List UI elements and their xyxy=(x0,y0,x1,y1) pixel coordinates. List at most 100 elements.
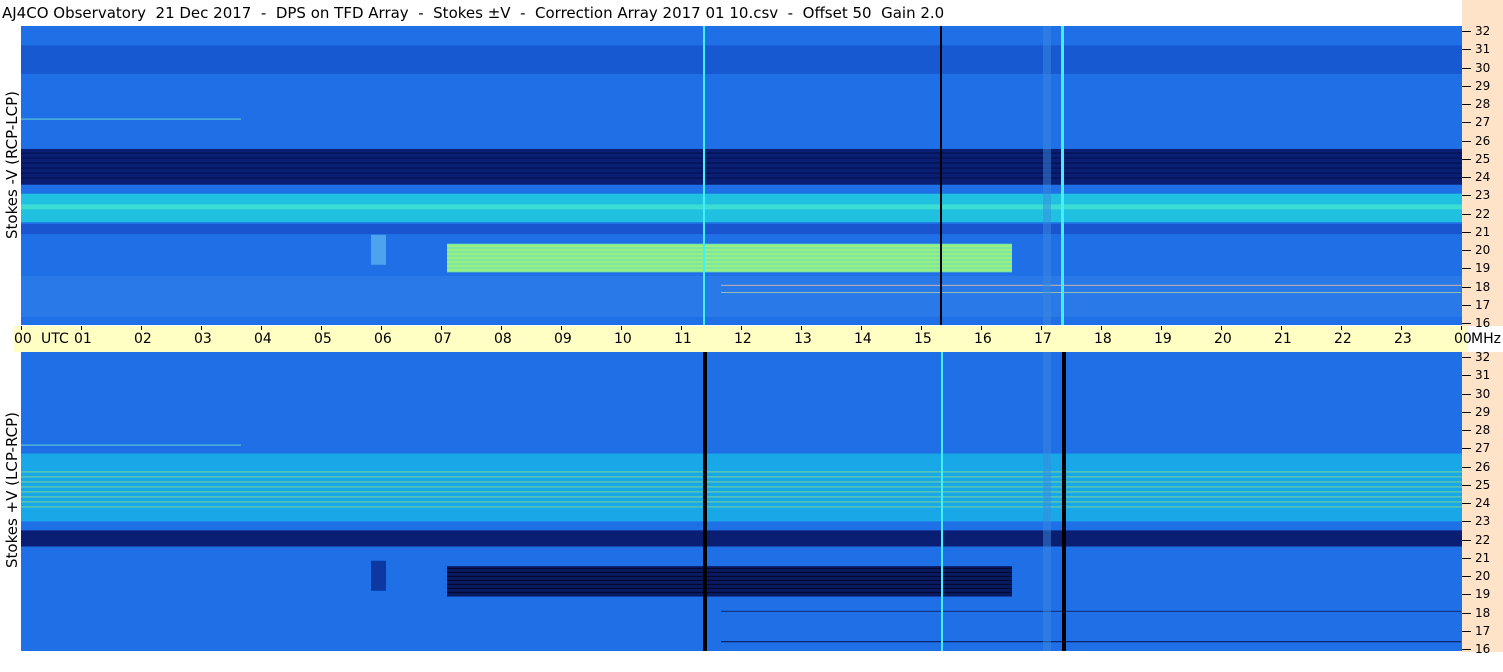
freq-tick-mark xyxy=(1462,213,1471,215)
freq-tick-label: 19 xyxy=(1475,261,1491,276)
time-tick-mark xyxy=(741,326,742,330)
time-tick-label: 17 xyxy=(1034,331,1052,347)
spectrogram-streak xyxy=(21,481,1462,483)
spectrogram-streak xyxy=(21,157,1462,159)
freq-tick-mark xyxy=(1462,177,1471,178)
time-tick-label: 01 xyxy=(74,331,92,347)
time-tick-mark xyxy=(81,326,82,330)
freq-tick-label: 29 xyxy=(1475,78,1491,93)
freq-tick-label: 24 xyxy=(1475,496,1491,510)
time-tick-label: 03 xyxy=(194,331,212,347)
time-tick-label: 04 xyxy=(254,331,272,347)
frequency-axis-bottom: 32 31 30 29 28 27 26 25 24 23 22 21 20 19 18 17 16 xyxy=(1462,350,1503,655)
freq-tick-label: 29 xyxy=(1475,404,1491,419)
spectrogram-streak xyxy=(21,471,1462,473)
time-tick-mark xyxy=(561,326,562,330)
time-tick-mark xyxy=(381,326,382,330)
time-tick-label: 18 xyxy=(1094,331,1112,347)
freq-tick-mark xyxy=(1462,323,1471,324)
freq-tick-mark xyxy=(1462,304,1471,306)
time-tick-label: 09 xyxy=(554,331,572,347)
freq-tick-mark xyxy=(1462,557,1471,559)
spectrogram-streak xyxy=(21,491,1462,493)
freq-tick-mark xyxy=(1462,576,1471,577)
freq-tick-label: 26 xyxy=(1475,133,1491,148)
freq-tick-mark xyxy=(1462,158,1471,160)
spectrogram-streak xyxy=(447,249,1012,251)
freq-tick-label: 24 xyxy=(1475,170,1491,184)
spectrogram-streak xyxy=(447,257,1012,259)
freq-tick-mark xyxy=(1462,594,1471,596)
spectrogram-vertical-line xyxy=(703,26,705,325)
time-tick-mark xyxy=(1401,326,1402,330)
time-tick-label: 21 xyxy=(1274,331,1292,347)
time-tick-label: 12 xyxy=(734,331,752,347)
time-axis: 00 01 02 03 04 05 06 07 08 09 10 11 12 13 14 15 16 17 18 19… xyxy=(14,326,1501,352)
spectrogram-streak xyxy=(447,253,1012,255)
utc-label: UTC xyxy=(41,331,69,347)
freq-tick-label: 32 xyxy=(1475,350,1491,364)
freq-tick-label: 21 xyxy=(1475,550,1491,565)
freq-tick-mark xyxy=(1462,649,1471,650)
time-tick-label: 16 xyxy=(974,331,992,347)
freq-tick-label: 32 xyxy=(1475,24,1491,38)
time-tick-label: 00 xyxy=(1454,331,1472,347)
bottom-panel-axis-label: Stokes +V (LCP-RCP) xyxy=(3,412,21,568)
spectrogram-streak xyxy=(21,162,1462,164)
spectrogram-streak xyxy=(21,177,1462,179)
spectrogram-stokes-plus-v xyxy=(21,352,1462,651)
frequency-axis-top: 32 31 30 29 28 27 26 25 24 23 22 21 20 19 18 17 16 xyxy=(1462,24,1503,330)
freq-tick-mark xyxy=(1462,85,1471,87)
spectrogram-streak xyxy=(21,172,1462,174)
freq-tick-label: 27 xyxy=(1475,441,1491,456)
freq-tick-label: 30 xyxy=(1475,386,1491,401)
freq-tick-label: 28 xyxy=(1475,97,1491,111)
spectrogram-streak xyxy=(21,167,1462,169)
freq-tick-mark xyxy=(1462,375,1471,377)
spectrogram-streak xyxy=(21,444,241,446)
freq-tick-mark xyxy=(1462,31,1471,32)
freq-tick-label: 25 xyxy=(1475,151,1491,166)
time-tick-mark xyxy=(501,326,502,330)
freq-tick-label: 16 xyxy=(1475,316,1491,330)
freq-tick-label: 18 xyxy=(1475,605,1491,620)
freq-tick-label: 31 xyxy=(1475,42,1491,57)
time-tick-mark xyxy=(261,326,262,330)
spectrogram-streak xyxy=(447,583,1012,585)
spectrogram-vertical-line xyxy=(1062,352,1066,651)
time-tick-label: 22 xyxy=(1334,331,1352,347)
time-tick-mark xyxy=(1221,326,1222,330)
freq-tick-mark xyxy=(1462,393,1471,395)
spectrogram-streak xyxy=(721,284,1461,286)
spectrogram-vertical-line xyxy=(703,352,707,651)
freq-tick-label: 22 xyxy=(1475,532,1491,547)
spectrogram-bright-band xyxy=(21,204,1462,210)
time-tick-label: 11 xyxy=(674,331,692,347)
time-tick-mark xyxy=(1461,326,1462,330)
freq-tick-mark xyxy=(1462,630,1471,632)
freq-tick-label: 23 xyxy=(1475,188,1491,203)
freq-tick-mark xyxy=(1462,466,1471,468)
time-tick-mark xyxy=(921,326,922,330)
time-tick-mark xyxy=(621,326,622,330)
time-tick-label: 05 xyxy=(314,331,332,347)
freq-tick-mark xyxy=(1462,122,1471,124)
spectrogram-streak xyxy=(447,571,1012,573)
time-tick-label: 07 xyxy=(434,331,452,347)
time-tick-label: 14 xyxy=(854,331,872,347)
time-tick-mark xyxy=(21,326,22,330)
spectrogram-streak xyxy=(21,152,1462,154)
time-tick-label: 15 xyxy=(914,331,932,347)
time-tick-mark xyxy=(321,326,322,330)
time-tick-label: 10 xyxy=(614,331,632,347)
freq-tick-mark xyxy=(1462,430,1471,431)
time-tick-label: 02 xyxy=(134,331,152,347)
spectrogram-streak xyxy=(721,641,1461,643)
freq-tick-mark xyxy=(1462,67,1471,69)
freq-tick-mark xyxy=(1462,357,1471,358)
spectrogram-streak xyxy=(21,118,241,120)
freq-tick-mark xyxy=(1462,268,1471,270)
freq-tick-label: 25 xyxy=(1475,477,1491,492)
time-tick-label: 23 xyxy=(1394,331,1412,347)
time-tick-mark xyxy=(141,326,142,330)
